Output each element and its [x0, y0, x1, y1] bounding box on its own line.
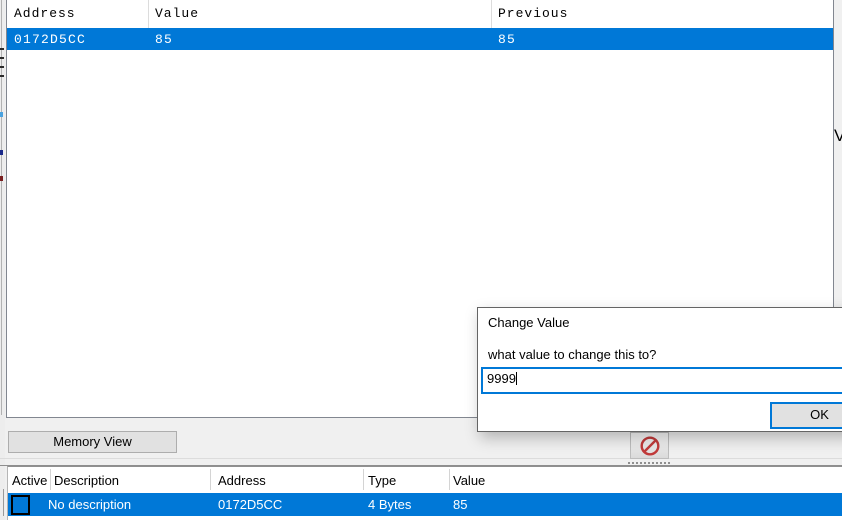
- ok-button[interactable]: OK: [770, 402, 842, 429]
- column-header-address[interactable]: Address: [218, 473, 266, 488]
- edge-fragment: [0, 176, 3, 181]
- text-caret: [516, 372, 517, 385]
- edge-tick: [0, 66, 4, 68]
- edge-tick: [0, 57, 4, 59]
- cell-type: 4 Bytes: [368, 497, 411, 512]
- cell-description: No description: [48, 497, 131, 512]
- column-header-value[interactable]: Value: [155, 6, 199, 21]
- column-header-description[interactable]: Description: [54, 473, 119, 488]
- address-list-table: Active Description Address Type Value No…: [7, 466, 842, 520]
- separator-line: [0, 458, 842, 459]
- edge-tick: [0, 48, 4, 50]
- column-header-previous[interactable]: Previous: [498, 6, 568, 21]
- column-header-value[interactable]: Value: [453, 473, 485, 488]
- dialog-titlebar[interactable]: Change Value: [478, 308, 842, 338]
- cell-address: 0172D5CC: [218, 497, 282, 512]
- no-entry-icon: [638, 435, 662, 457]
- left-edge-line: [1, 0, 2, 415]
- column-divider: [210, 469, 211, 490]
- column-divider: [449, 469, 450, 490]
- column-header-type[interactable]: Type: [368, 473, 396, 488]
- input-value-text: 9999: [487, 371, 516, 386]
- memory-view-button[interactable]: Memory View: [8, 431, 177, 453]
- column-header-active[interactable]: Active: [12, 473, 47, 488]
- column-divider: [148, 0, 149, 28]
- partial-value-label: V: [834, 126, 842, 146]
- left-edge-line: [3, 489, 4, 516]
- left-edge-strip: [0, 0, 5, 520]
- no-entry-button[interactable]: [630, 432, 669, 459]
- column-divider: [491, 0, 492, 28]
- active-checkbox[interactable]: [11, 495, 30, 515]
- scan-results-header: Address Value Previous: [7, 0, 833, 29]
- change-value-input[interactable]: 9999: [481, 367, 842, 394]
- column-divider: [50, 469, 51, 490]
- address-list-row-selected[interactable]: No description 0172D5CC 4 Bytes 85: [8, 493, 842, 516]
- edge-fragment: [0, 150, 3, 155]
- address-list-header: Active Description Address Type Value: [8, 467, 842, 493]
- cell-value: 85: [453, 497, 467, 512]
- scan-cell-value: 85: [155, 32, 173, 47]
- scan-result-row-selected[interactable]: 0172D5CC 85 85: [7, 28, 833, 50]
- column-header-address[interactable]: Address: [14, 6, 76, 21]
- dialog-title: Change Value: [488, 315, 569, 330]
- scan-cell-previous: 85: [498, 32, 516, 47]
- edge-fragment: [0, 112, 3, 117]
- change-value-dialog: Change Value what value to change this t…: [477, 307, 842, 432]
- cheat-engine-window: Address Value Previous 0172D5CC 85 85 V …: [0, 0, 842, 520]
- scan-cell-address: 0172D5CC: [14, 32, 86, 47]
- column-divider: [363, 469, 364, 490]
- resize-grip[interactable]: [628, 462, 670, 464]
- dialog-prompt: what value to change this to?: [488, 347, 656, 362]
- edge-tick: [0, 75, 4, 77]
